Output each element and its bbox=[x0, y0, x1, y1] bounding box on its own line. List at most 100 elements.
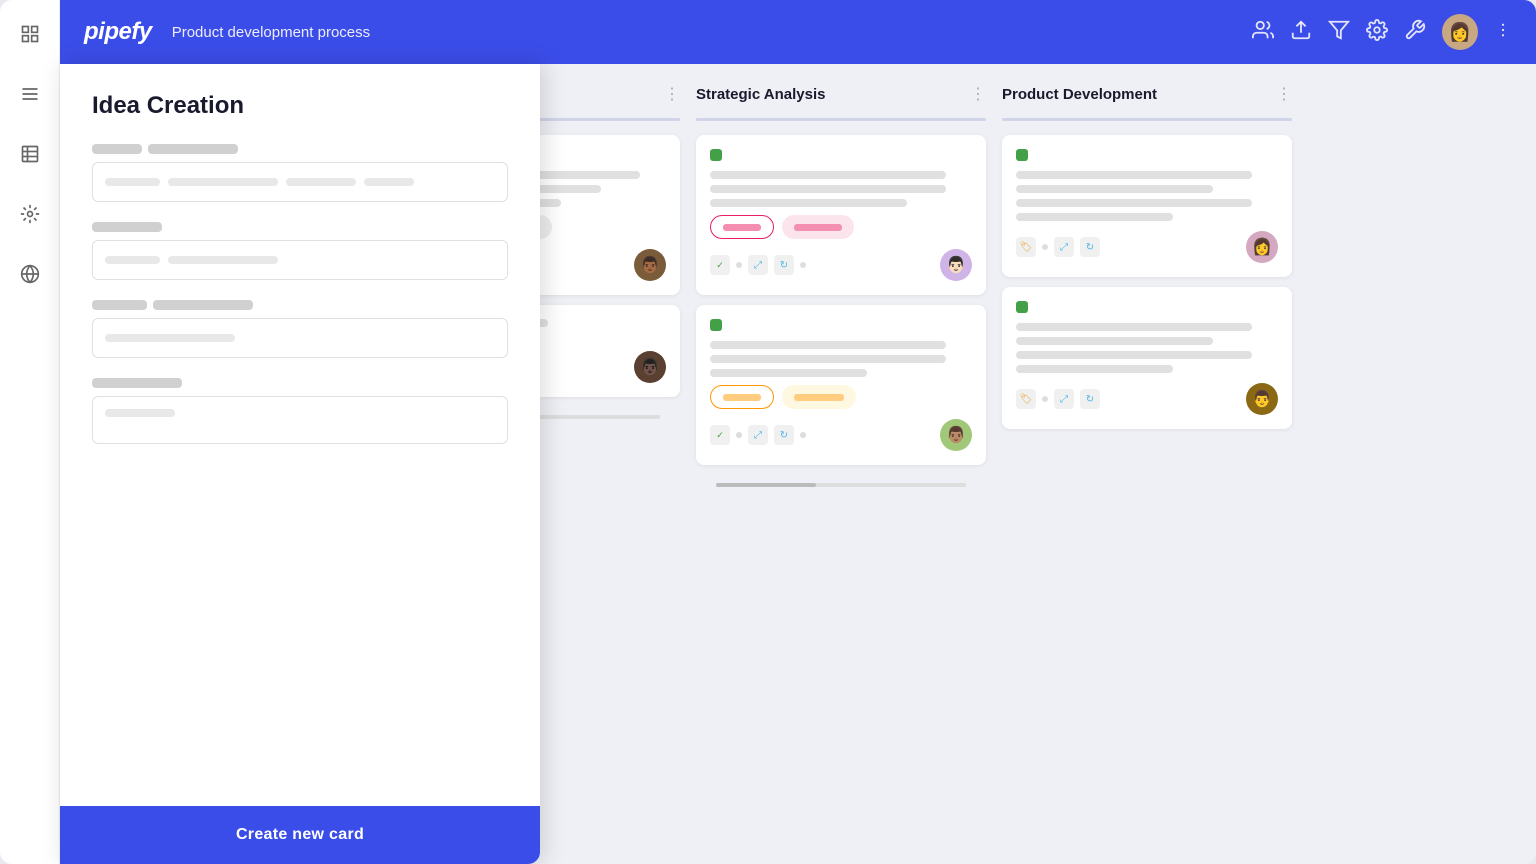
card-badges bbox=[710, 385, 972, 409]
badge-fill-pink bbox=[782, 215, 854, 239]
card-line bbox=[1016, 213, 1173, 221]
card-footer: ✓ ⤢ ↻ 👨🏽 bbox=[710, 419, 972, 451]
card: ✓ ⤢ ↻ 👨🏽 bbox=[696, 305, 986, 465]
column-underline bbox=[1002, 118, 1292, 121]
refresh-icon[interactable]: ↻ bbox=[774, 425, 794, 445]
label-block bbox=[92, 378, 182, 388]
card: ✓ ⤢ ↻ 👨🏻 bbox=[696, 135, 986, 295]
dot-indicator bbox=[736, 432, 742, 438]
card-tags bbox=[1016, 301, 1278, 313]
card-line bbox=[710, 171, 946, 179]
form-input-3[interactable] bbox=[92, 318, 508, 358]
settings-icon[interactable] bbox=[1366, 19, 1388, 46]
more-vertical-icon[interactable] bbox=[1494, 21, 1512, 44]
expand-icon[interactable]: ⤢ bbox=[748, 255, 768, 275]
input-placeholder bbox=[105, 178, 160, 186]
modal-body: Idea Creation bbox=[60, 64, 540, 806]
filter-icon[interactable] bbox=[1328, 19, 1350, 46]
card-line bbox=[710, 341, 946, 349]
input-placeholder bbox=[105, 256, 160, 264]
card-line bbox=[1016, 337, 1213, 345]
card-tags bbox=[1016, 149, 1278, 161]
page-title: Product development process bbox=[172, 24, 370, 41]
modal-footer: Create new card bbox=[60, 806, 540, 864]
card-avatar: 👨 bbox=[1246, 383, 1278, 415]
card-tags bbox=[710, 149, 972, 161]
form-input-1[interactable] bbox=[92, 162, 508, 202]
column-strategic-analysis: Strategic Analysis ⋮ bbox=[696, 84, 986, 844]
card-line bbox=[1016, 365, 1173, 373]
column-menu-icon[interactable]: ⋮ bbox=[970, 84, 986, 104]
input-placeholder bbox=[105, 334, 235, 342]
form-group-1 bbox=[92, 144, 508, 202]
badge-outline-yellow bbox=[710, 385, 774, 409]
column-strategic-analysis-header: Strategic Analysis ⋮ bbox=[696, 84, 986, 104]
sidebar-item-globe[interactable] bbox=[12, 256, 48, 292]
column-strategic-analysis-title: Strategic Analysis bbox=[696, 86, 962, 103]
input-placeholder bbox=[168, 256, 278, 264]
card-icons: 🏷 ⤢ ↻ bbox=[1016, 389, 1100, 409]
wrench-icon[interactable] bbox=[1404, 19, 1426, 46]
card-tags bbox=[710, 319, 972, 331]
sidebar-item-list[interactable] bbox=[12, 76, 48, 112]
create-card-modal: Idea Creation bbox=[60, 64, 540, 864]
expand-icon[interactable]: ⤢ bbox=[1054, 389, 1074, 409]
column-menu-icon[interactable]: ⋮ bbox=[664, 84, 680, 104]
card-avatar: 👨🏻 bbox=[940, 249, 972, 281]
column-product-development-header: Product Development ⋮ bbox=[1002, 84, 1292, 104]
card: 🏷 ⤢ ↻ 👨 bbox=[1002, 287, 1292, 429]
card-avatar: 👨🏾 bbox=[634, 249, 666, 281]
card-footer: 🏷 ⤢ ↻ 👨 bbox=[1016, 383, 1278, 415]
form-input-4[interactable] bbox=[92, 396, 508, 444]
expand-icon[interactable]: ⤢ bbox=[748, 425, 768, 445]
refresh-icon[interactable]: ↻ bbox=[774, 255, 794, 275]
refresh-icon[interactable]: ↻ bbox=[1080, 389, 1100, 409]
sidebar-item-automation[interactable] bbox=[12, 196, 48, 232]
card-icons: ✓ ⤢ ↻ bbox=[710, 425, 806, 445]
users-icon[interactable] bbox=[1252, 19, 1274, 46]
header-left: pipefy Product development process bbox=[84, 18, 370, 46]
card-line bbox=[1016, 323, 1252, 331]
form-group-3 bbox=[92, 300, 508, 358]
card-avatar: 👩 bbox=[1246, 231, 1278, 263]
badge-fill-yellow bbox=[782, 385, 856, 409]
card-line bbox=[710, 369, 867, 377]
label-block bbox=[153, 300, 253, 310]
form-input-2[interactable] bbox=[92, 240, 508, 280]
export-icon[interactable] bbox=[1290, 19, 1312, 46]
check-icon[interactable]: 🏷 bbox=[1016, 389, 1036, 409]
card-line bbox=[710, 355, 946, 363]
refresh-icon[interactable]: ↻ bbox=[1080, 237, 1100, 257]
tag-green bbox=[1016, 301, 1028, 313]
expand-icon[interactable]: ⤢ bbox=[1054, 237, 1074, 257]
sidebar-item-table[interactable] bbox=[12, 136, 48, 172]
form-group-4 bbox=[92, 378, 508, 444]
card-avatar: 👨🏽 bbox=[940, 419, 972, 451]
card-line bbox=[1016, 199, 1252, 207]
card-footer: ✓ ⤢ ↻ 👨🏻 bbox=[710, 249, 972, 281]
create-new-card-button[interactable]: Create new card bbox=[60, 806, 540, 864]
input-placeholder bbox=[105, 409, 175, 417]
column-product-development-title: Product Development bbox=[1002, 86, 1268, 103]
card-footer: 🏷 ⤢ ↻ 👩 bbox=[1016, 231, 1278, 263]
column-product-development: Product Development ⋮ 🏷 bbox=[1002, 84, 1292, 844]
card-icons: ✓ ⤢ ↻ bbox=[710, 255, 806, 275]
tag-green bbox=[710, 149, 722, 161]
check-icon[interactable]: 🏷 bbox=[1016, 237, 1036, 257]
scroll-indicator bbox=[716, 483, 966, 487]
check-icon[interactable]: ✓ bbox=[710, 255, 730, 275]
tag-green bbox=[1016, 149, 1028, 161]
sidebar-item-grid[interactable] bbox=[12, 16, 48, 52]
input-placeholder bbox=[168, 178, 278, 186]
card-line bbox=[1016, 171, 1252, 179]
column-menu-icon[interactable]: ⋮ bbox=[1276, 84, 1292, 104]
form-label-1 bbox=[92, 144, 508, 154]
check-icon[interactable]: ✓ bbox=[710, 425, 730, 445]
tag-green bbox=[710, 319, 722, 331]
card-line bbox=[710, 199, 907, 207]
user-avatar[interactable]: 👩 bbox=[1442, 14, 1478, 50]
column-underline bbox=[696, 118, 986, 121]
pipefy-logo: pipefy bbox=[84, 18, 152, 46]
dot-indicator bbox=[800, 262, 806, 268]
label-block bbox=[92, 300, 147, 310]
